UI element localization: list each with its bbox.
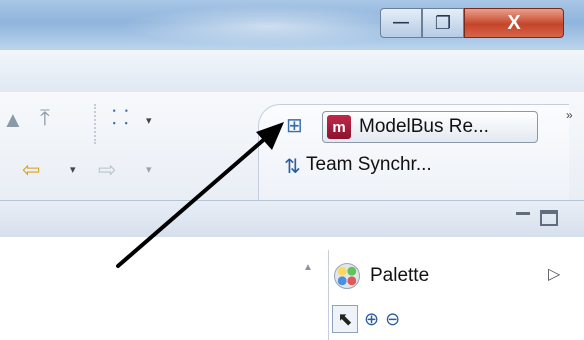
annotation-arrow bbox=[116, 122, 284, 268]
